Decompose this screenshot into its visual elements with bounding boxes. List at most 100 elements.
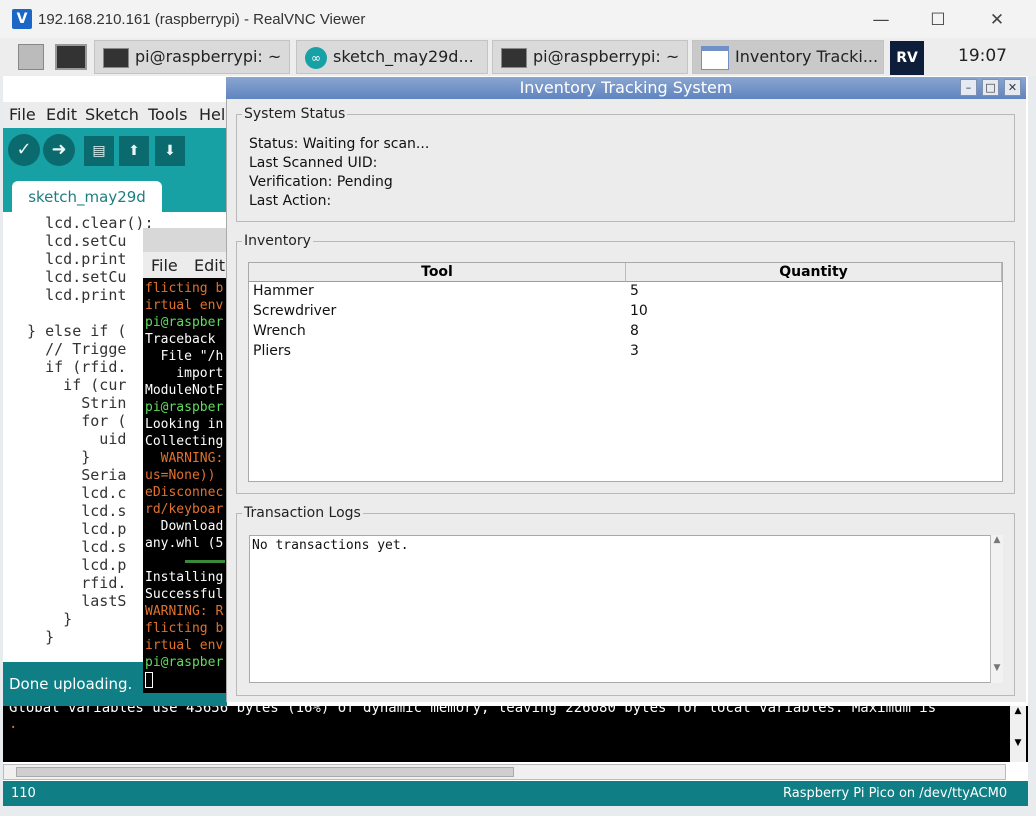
scroll-down-icon[interactable]: ▼ <box>1010 738 1026 748</box>
code-line: rfid. <box>9 574 127 592</box>
code-line: } <box>9 610 73 628</box>
cell-tool: Screwdriver <box>253 303 337 319</box>
taskbar-label: pi@raspberrypi: ~ <box>135 47 282 66</box>
inventory-minimize-icon[interactable]: – <box>960 79 977 96</box>
terminal-line: Download <box>145 519 224 534</box>
code-line: lcd.print <box>9 286 127 304</box>
terminal-titlebar <box>143 228 228 252</box>
terminal-line: Installing <box>145 570 224 585</box>
menu-file[interactable]: File <box>9 105 36 124</box>
log-scrollbar[interactable]: ▲ ▼ <box>990 535 1003 683</box>
code-line: if (cur <box>9 376 127 394</box>
terminal-line: import <box>145 366 224 381</box>
console-hscroll[interactable] <box>3 764 1006 780</box>
taskbar-terminal-2[interactable]: pi@raspberrypi: ~ <box>492 40 688 74</box>
transaction-logs-heading: Transaction Logs <box>242 505 363 521</box>
code-line: Strin <box>9 394 127 412</box>
clock: 19:07 <box>958 46 1007 66</box>
console-vscroll[interactable]: ▲ ▼ <box>1010 706 1026 762</box>
vnc-tray-icon[interactable]: RV <box>890 41 924 75</box>
inventory-titlebar: Inventory Tracking System <box>226 77 1026 99</box>
terminal-menu-edit[interactable]: Edit <box>194 256 225 275</box>
scroll-up-icon[interactable]: ▲ <box>1010 706 1026 716</box>
verify-icon[interactable]: ✓ <box>8 134 40 166</box>
terminal-menu-file[interactable]: File <box>151 256 178 275</box>
download-progress <box>185 560 225 563</box>
inventory-close-icon[interactable]: ✕ <box>1004 79 1021 96</box>
save-sketch-icon[interactable]: ⬇ <box>155 136 185 166</box>
line-number: 110 <box>11 786 36 801</box>
taskbar-inventory[interactable]: Inventory Tracki... <box>692 40 884 74</box>
window-icon <box>701 45 729 70</box>
taskbar-label: sketch_may29d... <box>333 47 474 66</box>
code-line: lcd.clear(); <box>9 214 154 232</box>
maximize-button[interactable]: ☐ <box>923 8 953 32</box>
close-button[interactable]: ✕ <box>982 8 1012 32</box>
console-line: Global variables use 43656 bytes (16%) o… <box>9 706 937 716</box>
transaction-log-textarea[interactable] <box>249 535 1003 683</box>
terminal-line: WARNING: <box>145 451 224 466</box>
code-line: lastS <box>9 592 127 610</box>
cell-quantity: 10 <box>630 303 648 319</box>
minimize-button[interactable]: — <box>866 8 896 32</box>
cell-quantity: 8 <box>630 323 639 339</box>
terminal-line: File "/h <box>145 349 224 364</box>
column-header-tool[interactable]: Tool <box>249 263 626 282</box>
file-manager-icon[interactable] <box>18 44 44 70</box>
upload-icon[interactable]: ➜ <box>43 134 75 166</box>
terminal-line: flicting b <box>145 621 224 636</box>
terminal-line: ModuleNotF <box>145 383 224 398</box>
upload-status-text: Done uploading. <box>9 675 133 693</box>
code-line: lcd.setCu <box>9 268 127 286</box>
terminal-line: eDisconnec <box>145 485 224 500</box>
code-line: uid <box>9 430 127 448</box>
terminal-line: rd/keyboar <box>145 502 224 517</box>
hscroll-thumb[interactable] <box>16 767 514 777</box>
terminal-menubar: File Edit <box>143 252 228 278</box>
terminal-line: pi@raspber <box>145 655 224 670</box>
terminal-line: Successful <box>145 587 224 602</box>
table-row[interactable]: Pliers 3 <box>249 343 1002 363</box>
console-line: . <box>9 716 18 732</box>
menu-sketch[interactable]: Sketch <box>85 105 139 124</box>
last-action-text: Last Action: <box>249 193 332 209</box>
scroll-up-icon[interactable]: ▲ <box>991 535 1003 545</box>
taskbar-terminal-1[interactable]: pi@raspberrypi: ~ <box>94 40 290 74</box>
table-row[interactable]: Hammer 5 <box>249 283 1002 303</box>
terminal-launcher-icon[interactable] <box>55 44 87 70</box>
code-line: Seria <box>9 466 127 484</box>
code-line: // Trigge <box>9 340 127 358</box>
terminal-line: any.whl (5 <box>145 536 224 551</box>
new-sketch-icon[interactable]: ▤ <box>84 136 114 166</box>
table-row[interactable]: Wrench 8 <box>249 323 1002 343</box>
code-line: if (rfid. <box>9 358 127 376</box>
code-line: } <box>9 628 55 646</box>
scroll-down-icon[interactable]: ▼ <box>991 663 1003 673</box>
terminal-line: Looking in <box>145 417 224 432</box>
inventory-maximize-icon[interactable]: □ <box>982 79 999 96</box>
arduino-footer: 110 Raspberry Pi Pico on /dev/ttyACM0 <box>3 781 1028 806</box>
cell-tool: Hammer <box>253 283 314 299</box>
console-output: Global variables use 43656 bytes (16%) o… <box>3 706 1028 762</box>
table-row[interactable]: Screwdriver 10 <box>249 303 1002 323</box>
taskbar-label: pi@raspberrypi: ~ <box>533 47 680 66</box>
taskbar-label: Inventory Tracki... <box>735 47 879 66</box>
terminal-icon <box>103 47 129 68</box>
code-line: } <box>9 448 91 466</box>
column-header-quantity[interactable]: Quantity <box>626 263 1002 282</box>
code-line: } else if ( <box>9 322 127 340</box>
menu-tools[interactable]: Tools <box>148 105 187 124</box>
code-line: for ( <box>9 412 127 430</box>
transaction-log-text: No transactions yet. <box>252 538 409 553</box>
terminal-line: pi@raspber <box>145 315 224 330</box>
terminal-line: Collecting <box>145 434 224 449</box>
sketch-tab[interactable]: sketch_may29d <box>12 181 162 212</box>
menu-edit[interactable]: Edit <box>46 105 77 124</box>
terminal-line: irtual env <box>145 638 224 653</box>
taskbar-arduino[interactable]: ∞ sketch_may29d... <box>296 40 488 74</box>
open-sketch-icon[interactable]: ⬆ <box>119 136 149 166</box>
terminal-line: Traceback <box>145 332 224 347</box>
code-line: lcd.p <box>9 520 127 538</box>
cell-quantity: 3 <box>630 343 639 359</box>
code-line: lcd.s <box>9 502 127 520</box>
